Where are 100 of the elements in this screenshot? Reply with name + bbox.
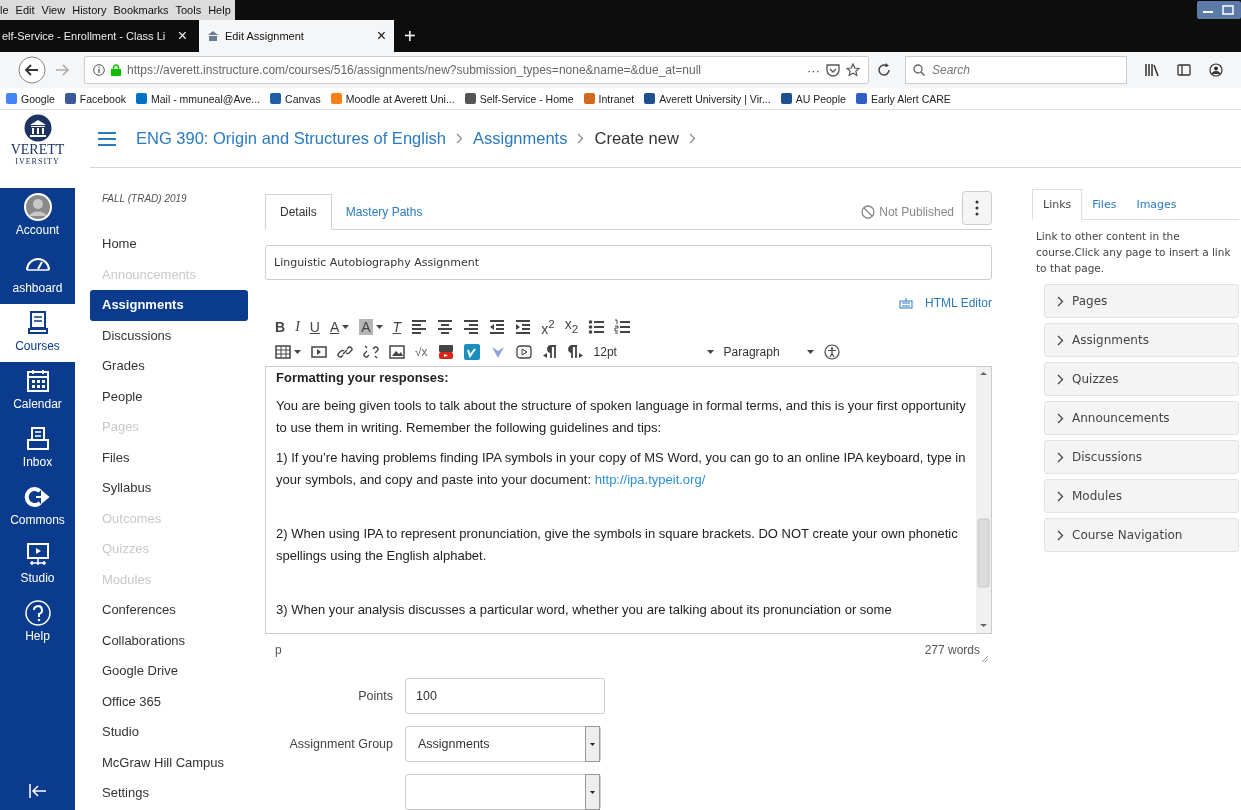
bookmark[interactable]: Google [6, 92, 55, 105]
italic-button[interactable]: I [295, 316, 300, 337]
address-bar[interactable]: https://averett.instructure.com/courses/516/assignments/new?submission_types=none&name=&due_at=null ··· [84, 56, 869, 84]
course-nav-link[interactable]: Collaborations [90, 625, 248, 656]
close-icon[interactable]: × [177, 27, 187, 45]
dropdown[interactable]: Assignments [405, 726, 601, 762]
global-nav-item[interactable]: Account [0, 188, 75, 246]
bookmark[interactable]: AU People [780, 92, 846, 105]
underline-button[interactable]: U [309, 316, 320, 337]
tab[interactable]: Mastery Paths [331, 195, 437, 229]
bold-button[interactable]: B [275, 316, 286, 337]
numbered-list-button[interactable] [614, 316, 631, 337]
caret-icon [375, 324, 383, 329]
course-nav-link[interactable]: McGraw Hill Campus [90, 747, 248, 778]
browser-tab[interactable]: Edit Assignment × [199, 20, 394, 52]
tab[interactable]: Links [1032, 189, 1083, 220]
menu-item[interactable]: View [41, 4, 66, 16]
breadcrumb-link[interactable]: Assignments [473, 129, 568, 148]
global-nav-item[interactable]: Commons [0, 478, 75, 536]
course-nav-link[interactable]: Studio [90, 717, 248, 748]
menu-item[interactable]: Help [208, 4, 231, 16]
collapse-icon[interactable] [28, 784, 47, 798]
accordion-section[interactable]: Announcements [1044, 401, 1239, 435]
resize-handle[interactable] [982, 656, 988, 662]
course-nav-link[interactable]: Syllabus [90, 473, 248, 504]
global-nav-item[interactable]: Calendar [0, 362, 75, 420]
accordion-section[interactable]: Discussions [1044, 440, 1239, 474]
clear-format-button[interactable]: T [392, 316, 402, 337]
accordion-section[interactable]: Modules [1044, 479, 1239, 513]
title-field[interactable]: Linguistic Autobiography Assignment [265, 245, 992, 280]
global-nav-item[interactable]: Help [0, 594, 75, 652]
course-nav-link[interactable]: Conferences [90, 595, 248, 626]
accordion-section[interactable]: Pages [1044, 284, 1239, 318]
breadcrumb-link[interactable]: ENG 390: Origin and Structures of English [136, 129, 446, 148]
accordion-section[interactable]: Quizzes [1044, 362, 1239, 396]
course-nav-link[interactable]: Settings [90, 778, 248, 809]
vimeo-button[interactable] [463, 341, 480, 362]
course-nav-link[interactable]: People [90, 381, 248, 412]
menu-item[interactable]: Edit [15, 4, 35, 16]
html-editor-link[interactable]: HTML Editor [899, 292, 992, 314]
global-nav-item[interactable]: ashboard [0, 246, 75, 304]
library-icon[interactable] [1145, 63, 1159, 77]
course-nav-link[interactable]: Grades [90, 351, 248, 382]
background-color-button[interactable]: A [359, 316, 383, 337]
course-nav-link[interactable]: Home [90, 229, 248, 260]
paragraph: 1) If you’re having problems finding IPA symbols in your copy of MS Word, you can go to an online IPA keyboard, type in your symbols, and copy and paste into your document: http://ipa.typeit.org/ [276, 449, 966, 489]
points-field[interactable]: 100 [405, 678, 605, 714]
rich-text-editor[interactable] [265, 366, 992, 634]
menu-icon[interactable] [98, 131, 116, 146]
accessibility-button[interactable] [823, 341, 840, 362]
browser-tab[interactable]: elf-Service - Enrollment - Class Li × [0, 20, 195, 52]
menu-item[interactable]: le [0, 4, 9, 16]
bookmark[interactable]: Moodle at Averett Uni... [330, 92, 455, 105]
course-nav-link[interactable]: Google Drive [90, 656, 248, 687]
search-field[interactable]: Search [905, 56, 1127, 84]
close-icon[interactable]: × [376, 27, 386, 45]
link[interactable]: http://ipa.typeit.org/ [594, 472, 706, 487]
text-color-button[interactable]: A [329, 316, 350, 337]
menu-item[interactable]: Bookmarks [113, 4, 169, 16]
accordion-section[interactable]: Course Navigation [1044, 518, 1239, 552]
outdent-icon [489, 318, 506, 335]
format-dropdown[interactable]: Paragraph [723, 344, 814, 359]
back-button[interactable] [18, 56, 46, 84]
menu-item[interactable]: Tools [175, 4, 202, 16]
bookmark[interactable]: Averett University | Vir... [644, 92, 771, 105]
new-tab-button[interactable]: + [394, 24, 426, 48]
superscript-button[interactable]: x$^{2}$ [541, 316, 555, 337]
search-icon [913, 64, 925, 76]
global-nav-item[interactable]: Inbox [0, 420, 75, 478]
equation-button[interactable]: √x [415, 341, 428, 362]
tab[interactable]: Files [1082, 190, 1127, 219]
star-icon[interactable] [846, 63, 860, 77]
bookmark[interactable]: Intranet [583, 92, 635, 105]
tab-title: elf-Service - Enrollment - Class Li [2, 30, 167, 42]
bookmark[interactable]: Mail - mmuneal@Ave... [136, 92, 261, 105]
course-nav-link[interactable]: Assignments [90, 290, 248, 321]
menu-item[interactable]: History [72, 4, 107, 16]
course-nav-link[interactable]: Files [90, 442, 248, 473]
account-icon[interactable] [1209, 63, 1223, 77]
chevron-icon [577, 133, 585, 144]
reload-button[interactable] [877, 63, 891, 77]
subscript-button[interactable]: x$_{2}$ [564, 316, 579, 337]
tab[interactable]: Details [265, 194, 332, 230]
global-nav-item[interactable]: Courses [0, 304, 75, 362]
bookmark[interactable]: Facebook [64, 92, 126, 105]
course-nav-link[interactable]: Office 365 [90, 686, 248, 717]
bullet-list-icon [588, 318, 605, 335]
global-nav-item[interactable]: Studio [0, 536, 75, 594]
logo-subtitle: IVERSITY [15, 157, 60, 166]
font-size-dropdown[interactable]: 12pt [593, 344, 714, 359]
window-controls[interactable] [1197, 1, 1241, 19]
bookmark[interactable]: Self-Service - Home [464, 92, 574, 105]
bookmark[interactable]: Early Alert CARE [855, 92, 951, 105]
course-nav-link[interactable]: Discussions [90, 320, 248, 351]
more-button[interactable]: ··· [807, 62, 820, 78]
accordion-section[interactable]: Assignments [1044, 323, 1239, 357]
tab[interactable]: Images [1126, 190, 1187, 219]
bookmark[interactable]: Canvas [270, 92, 321, 105]
sidebar-icon[interactable] [1177, 63, 1191, 77]
pocket-icon[interactable] [826, 63, 840, 77]
